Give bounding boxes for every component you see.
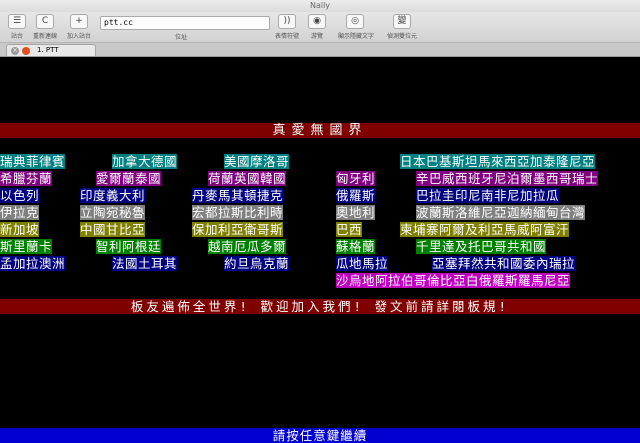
country-row: 以色列 印度義大利 丹麥馬其頓捷克 俄羅斯 巴拉圭印尼南非尼加拉瓜 [0,188,640,203]
country-cell: 柬埔寨阿爾及利亞馬威阿富汗 [400,222,570,237]
country-cell: 斯里蘭卡 [0,239,53,254]
country-row: 希臘芬蘭 愛爾蘭泰國 荷蘭英國韓國 匈牙利 辛巴威西班牙尼泊爾墨西哥瑞士 [0,171,640,186]
country-cell: 智利阿根廷 [96,239,162,254]
reconnect-icon: C [36,14,54,29]
country-cell: 愛爾蘭泰國 [96,171,162,186]
country-cell: 印度義大利 [80,188,146,203]
country-cell: 以色列 [0,188,40,203]
country-cell: 俄羅斯 [336,188,376,203]
terminal-screen[interactable]: 真愛無國界 瑞典菲律賓 加拿大德國 美國摩洛哥 日本巴基斯坦馬來西亞加泰隆尼亞 … [0,57,640,443]
site-favicon-icon [22,47,30,55]
tab-ptt[interactable]: × 1. PTT [6,44,96,56]
country-cell: 千里達及托巴哥共和國 [416,239,547,254]
speech-bubble-icon: ◉ [308,14,326,29]
country-cell: 匈牙利 [336,171,376,186]
country-cell: 丹麥馬其頓捷克 [192,188,284,203]
tab-label: 1. PTT [37,46,59,54]
country-cell: 美國摩洛哥 [224,154,290,169]
sites-icon: ☰ [8,14,26,29]
middle-banner: 板友遍佈全世界! 歡迎加入我們! 發文前請詳閱板規! [0,299,640,314]
country-cell: 波蘭斯洛維尼亞迦納緬甸台灣 [416,205,586,220]
country-cell: 巴西 [336,222,363,237]
country-cell: 瑞典菲律賓 [0,154,66,169]
address-input[interactable]: ptt.cc [100,16,270,30]
close-tab-icon[interactable]: × [11,47,19,55]
country-cell: 沙烏地阿拉伯哥倫比亞白俄羅斯羅馬尼亞 [336,273,571,288]
country-cell: 孟加拉澳洲 [0,256,66,271]
add-site-button[interactable]: + 加入站台 [62,14,96,40]
country-row: 新加坡 中國甘比亞 保加利亞衛哥斯 巴西 柬埔寨阿爾及利亞馬威阿富汗 [0,222,640,237]
app-window: Nally ☰ 站台 C 重新連線 + 加入站台 ptt.cc 位址 )) 表情… [0,0,640,443]
country-cell: 新加坡 [0,222,40,237]
country-cell: 荷蘭英國韓國 [208,171,287,186]
country-cell: 辛巴威西班牙尼泊爾墨西哥瑞士 [416,171,599,186]
country-row: 斯里蘭卡 智利阿根廷 越南厄瓜多爾 蘇格蘭 千里達及托巴哥共和國 [0,239,640,254]
country-row: 瑞典菲律賓 加拿大德國 美國摩洛哥 日本巴基斯坦馬來西亞加泰隆尼亞 [0,154,640,169]
country-cell: 立陶宛秘魯 [80,205,146,220]
eye-icon: ◎ [346,14,364,29]
reconnect-button[interactable]: C 重新連線 [28,14,62,40]
detect-double-byte-button[interactable]: 變 偵測雙位元 [385,14,419,40]
country-cell: 中國甘比亞 [80,222,146,237]
top-banner: 真愛無國界 [0,123,640,138]
country-row: 伊拉克 立陶宛秘魯 宏都拉斯比利時 奧地利 波蘭斯洛維尼亞迦納緬甸台灣 [0,205,640,220]
country-cell: 日本巴基斯坦馬來西亞加泰隆尼亞 [400,154,596,169]
country-cell: 蘇格蘭 [336,239,376,254]
country-cell: 約旦烏克蘭 [224,256,290,271]
country-cell: 奧地利 [336,205,376,220]
toolbar: ☰ 站台 C 重新連線 + 加入站台 ptt.cc 位址 )) 表情符號 ◉ 游… [0,12,640,43]
emoticon-button[interactable]: )) 表情符號 [270,14,304,40]
country-cell: 宏都拉斯比利時 [192,205,284,220]
press-any-key-prompt[interactable]: 請按任意鍵繼續 [0,428,640,443]
window-title: Nally [0,0,640,12]
country-cell: 越南厄瓜多爾 [208,239,287,254]
country-row: 孟加拉澳洲 法國土耳其 約旦烏克蘭 瓜地馬拉 亞塞拜然共和國委內瑞拉 [0,256,640,271]
tab-bar: × 1. PTT [0,43,640,57]
country-cell: 巴拉圭印尼南非尼加拉瓜 [416,188,560,203]
encoding-icon: 變 [393,14,411,29]
country-cell: 加拿大德國 [112,154,178,169]
country-cell: 希臘芬蘭 [0,171,53,186]
plus-icon: + [70,14,88,29]
emoticon-icon: )) [278,14,296,29]
country-cell: 法國土耳其 [112,256,178,271]
country-cell: 伊拉克 [0,205,40,220]
country-cell: 保加利亞衛哥斯 [192,222,284,237]
show-hidden-text-button[interactable]: ◎ 顯示隱藏文字 [338,14,374,40]
country-row: 沙烏地阿拉伯哥倫比亞白俄羅斯羅馬尼亞 [0,273,640,288]
browse-button[interactable]: ◉ 游覽 [300,14,334,40]
address-label: 位址 [175,34,188,41]
country-cell: 瓜地馬拉 [336,256,389,271]
country-cell: 亞塞拜然共和國委內瑞拉 [432,256,576,271]
